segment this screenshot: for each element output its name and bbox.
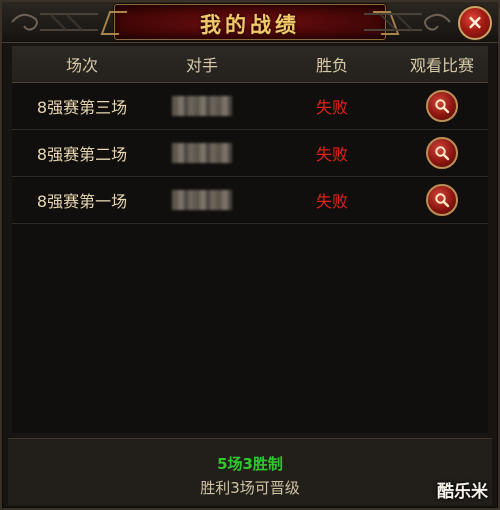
column-header-opponent: 对手 xyxy=(185,56,218,75)
table-header: 场次 对手 胜负 观看比赛 xyxy=(12,46,488,83)
opponent-name-pixelated xyxy=(172,190,232,210)
round-label: 8强赛第二场 xyxy=(36,145,128,164)
advance-rule-label: 胜利3场可晋级 xyxy=(200,479,300,497)
right-ornament-icon xyxy=(364,13,451,31)
result-label: 失败 xyxy=(315,192,348,211)
table-body: 8强赛第三场 失败 8强赛第二场 失败 8强赛第一场 失败 xyxy=(12,83,488,433)
battle-record-window: 我的战绩 × 场次 对手 胜负 观看比赛 8强赛第三场 失败 8强赛第二场 失败… xyxy=(0,0,500,510)
magnifier-icon xyxy=(435,99,450,114)
result-label: 失败 xyxy=(315,145,348,164)
round-label: 8强赛第一场 xyxy=(36,192,128,211)
column-header-watch: 观看比赛 xyxy=(409,56,474,75)
opponent-name-pixelated xyxy=(172,143,232,163)
watermark-logo: 酷乐米 xyxy=(437,482,488,502)
column-header-result: 胜负 xyxy=(315,56,348,75)
table-row: 8强赛第三场 失败 xyxy=(12,83,488,130)
round-label: 8强赛第三场 xyxy=(36,98,128,117)
magnifier-icon xyxy=(435,193,450,208)
table-row: 8强赛第一场 失败 xyxy=(12,177,488,224)
rules-footer: 5场3胜制 胜利3场可晋级 xyxy=(8,438,492,505)
close-button[interactable]: × xyxy=(458,6,492,40)
column-header-round: 场次 xyxy=(65,56,98,75)
match-format-label: 5场3胜制 xyxy=(217,455,283,473)
watch-match-button[interactable] xyxy=(426,90,458,122)
result-label: 失败 xyxy=(315,98,348,117)
title-bar: 我的战绩 × xyxy=(2,2,498,43)
opponent-name-pixelated xyxy=(172,96,232,116)
magnifier-icon xyxy=(435,146,450,161)
window-title: 我的战绩 xyxy=(200,12,300,37)
watch-match-button[interactable] xyxy=(426,137,458,169)
left-ornament-icon xyxy=(11,13,98,31)
title-plate: 我的战绩 xyxy=(114,4,386,40)
table-row: 8强赛第二场 失败 xyxy=(12,130,488,177)
watch-match-button[interactable] xyxy=(426,184,458,216)
